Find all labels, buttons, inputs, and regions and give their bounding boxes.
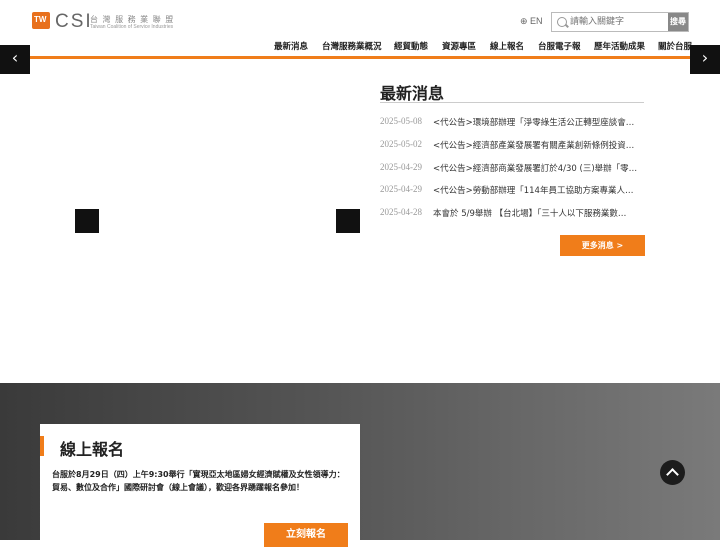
nav-item-resources[interactable]: 資源專區 [442,40,476,52]
nav-item-signup[interactable]: 線上報名 [490,40,524,52]
news-text[interactable]: <代公告>勞動部辦理「114年員工協助方案專業人… [433,184,643,196]
news-date: 2025-04-28 [380,207,422,217]
site-header: TW CSI 台 灣 服 務 業 聯 盟 Taiwan Coalition of… [0,0,720,57]
slider-prev-control[interactable] [75,209,99,233]
news-item[interactable]: 2025-04-29 <代公告>經濟部商業發展署訂於4/30 (三)舉辦「零… [380,162,645,176]
more-news-button[interactable]: 更多消息 > [560,235,645,256]
slider-next-control[interactable] [336,209,360,233]
news-date: 2025-04-29 [380,184,422,194]
nav-item-trade[interactable]: 經貿動態 [394,40,428,52]
language-switch[interactable]: ⊕ EN [520,16,543,27]
news-item[interactable]: 2025-04-28 本會於 5/9舉辦 【台北場】「三十人以下服務業數… [380,207,645,221]
card-accent-bar [40,436,44,456]
news-text[interactable]: <代公告>經濟部商業發展署訂於4/30 (三)舉辦「零… [433,162,643,174]
slider-area [0,59,370,384]
logo-text[interactable]: CSI [55,11,93,33]
news-text[interactable]: <代公告>環境部辦理「淨零綠生活公正轉型座談會… [433,116,643,128]
signup-title: 線上報名 [60,440,125,459]
main-nav: 最新消息 台灣服務業概況 經貿動態 資源專區 線上報名 台服電子報 歷年活動成果… [0,40,720,54]
news-date: 2025-04-29 [380,162,422,172]
logo-en-text: Taiwan Coalition of Service Industries [90,24,174,30]
news-text[interactable]: 本會於 5/9舉辦 【台北場】「三十人以下服務業數… [433,207,643,219]
nav-item-about[interactable]: 關於台服 [658,40,692,52]
news-item[interactable]: 2025-04-29 <代公告>勞動部辦理「114年員工協助方案專業人… [380,184,645,198]
logo-badge-text: TW [34,15,47,24]
news-item[interactable]: 2025-05-02 <代公告>經濟部產業發展署有關產業創新條例投資… [380,139,645,153]
news-date: 2025-05-02 [380,139,422,149]
search-box: 搜尋 [551,12,689,32]
logo-badge[interactable]: TW [32,12,50,29]
signup-card: 線上報名 台服於8月29日（四）上午9:30舉行「實現亞太地區婦女經濟賦權及女性… [40,424,360,554]
register-button[interactable]: 立刻報名 [264,523,348,547]
news-text[interactable]: <代公告>經濟部產業發展署有關產業創新條例投資… [433,139,643,151]
news-divider [380,102,644,103]
search-button[interactable]: 搜尋 [668,13,688,31]
nav-item-history[interactable]: 歷年活動成果 [594,40,645,52]
news-date: 2025-05-08 [380,116,422,126]
nav-item-overview[interactable]: 台灣服務業概況 [322,40,382,52]
signup-text: 台服於8月29日（四）上午9:30舉行「實現亞太地區婦女經濟賦權及女性領導力：貿… [52,470,345,492]
nav-item-newsletter[interactable]: 台服電子報 [538,40,581,52]
news-title: 最新消息 [380,84,445,103]
scroll-top-icon[interactable] [660,460,685,485]
arrow-right-icon[interactable]: › [690,45,720,74]
nav-item-news[interactable]: 最新消息 [274,40,308,52]
arrow-left-icon[interactable]: ‹ [0,45,30,74]
news-item[interactable]: 2025-05-08 <代公告>環境部辦理「淨零綠生活公正轉型座談會… [380,116,645,130]
search-input[interactable] [566,14,670,30]
